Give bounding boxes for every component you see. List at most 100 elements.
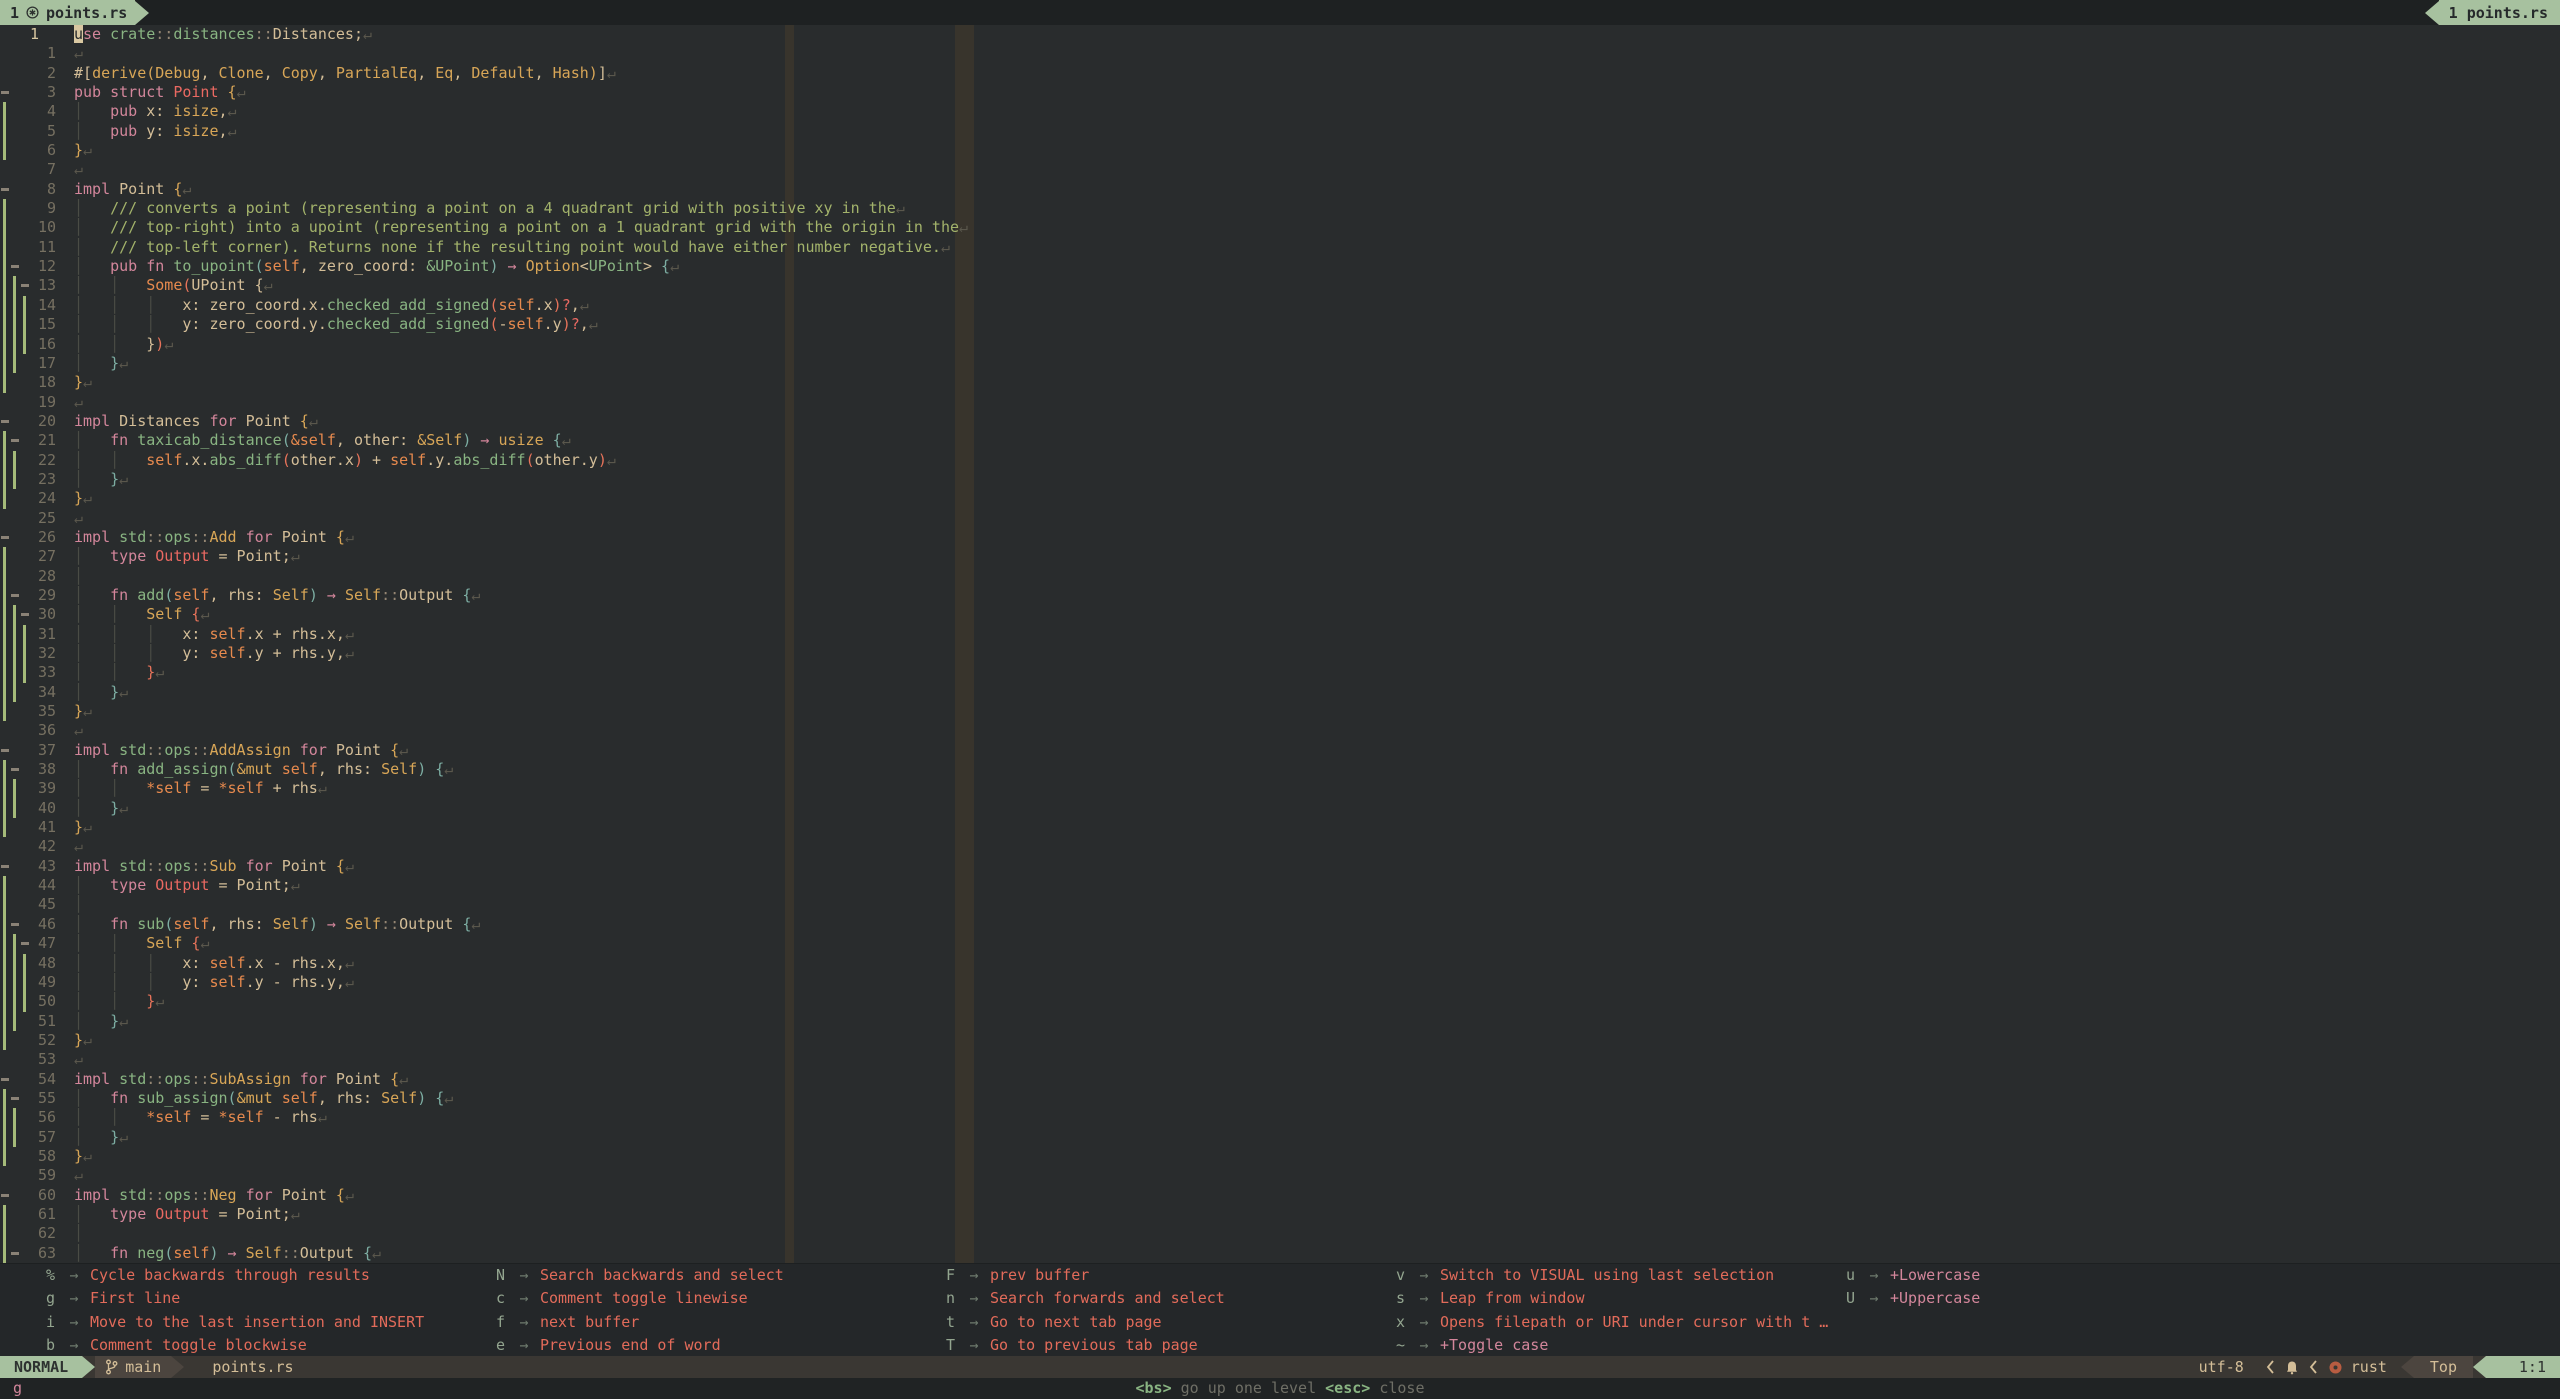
fold-gutter[interactable] <box>0 992 30 1012</box>
fold-gutter[interactable] <box>0 682 30 703</box>
fold-gutter[interactable] <box>0 1224 30 1245</box>
relative-line-number: 42 <box>37 837 56 856</box>
fold-gutter[interactable] <box>0 760 30 780</box>
fold-gutter[interactable] <box>0 895 30 916</box>
fold-extent-bar <box>0 779 10 800</box>
fold-gutter[interactable] <box>0 393 30 412</box>
tab-points-rs[interactable]: 1 points.rs <box>0 0 150 25</box>
fold-gutter[interactable] <box>0 295 30 316</box>
fold-gutter[interactable] <box>0 469 30 490</box>
fold-gutter[interactable] <box>0 1088 30 1109</box>
fold-gutter[interactable] <box>0 25 30 44</box>
fold-gutter[interactable] <box>0 566 30 587</box>
fold-gutter[interactable] <box>0 121 30 142</box>
fold-gutter[interactable] <box>0 489 30 509</box>
fold-gutter[interactable] <box>0 199 30 219</box>
fold-gutter[interactable] <box>0 83 30 102</box>
fold-gutter[interactable] <box>0 334 30 355</box>
fold-gutter[interactable] <box>0 276 30 297</box>
code-line-text: impl std::ops::Add for Point {↵ <box>74 527 354 546</box>
fold-gutter[interactable] <box>0 64 30 83</box>
fold-open-icon[interactable] <box>0 528 10 547</box>
fold-gutter[interactable] <box>0 857 30 876</box>
fold-open-icon[interactable] <box>10 586 20 605</box>
fold-gutter[interactable] <box>0 257 30 277</box>
fold-gutter[interactable] <box>0 547 30 567</box>
fold-open-icon[interactable] <box>20 276 30 295</box>
fold-gutter[interactable] <box>0 1070 30 1089</box>
fold-gutter[interactable] <box>0 44 30 63</box>
fold-gutter[interactable] <box>0 1186 30 1205</box>
powerline-separator <box>2473 1356 2486 1378</box>
fold-open-icon[interactable] <box>10 1244 20 1263</box>
fold-extent-bar <box>0 818 10 838</box>
fold-gutter-cell <box>20 238 30 257</box>
fold-gutter[interactable] <box>0 1108 30 1128</box>
fold-gutter[interactable] <box>0 624 30 645</box>
fold-open-icon[interactable] <box>0 412 10 431</box>
fold-gutter[interactable] <box>0 702 30 722</box>
fold-open-icon[interactable] <box>10 257 20 276</box>
fold-gutter[interactable] <box>0 1127 30 1148</box>
fold-open-icon[interactable] <box>0 1070 10 1089</box>
fold-gutter[interactable] <box>0 373 30 393</box>
fold-extent-bar <box>0 1204 10 1225</box>
fold-gutter[interactable] <box>0 953 30 974</box>
code-line-text: impl std::ops::Sub for Point {↵ <box>74 856 354 875</box>
fold-gutter[interactable] <box>0 914 30 935</box>
fold-open-icon[interactable] <box>10 760 20 779</box>
fold-open-icon[interactable] <box>10 1089 20 1108</box>
fold-open-icon[interactable] <box>0 83 10 102</box>
fold-gutter[interactable] <box>0 585 30 606</box>
fold-gutter[interactable] <box>0 509 30 528</box>
fold-gutter[interactable] <box>0 1146 30 1167</box>
relative-line-number: 15 <box>37 315 56 334</box>
fold-gutter[interactable] <box>0 876 30 896</box>
fold-extent-bar <box>10 450 20 471</box>
fold-gutter[interactable] <box>0 218 30 239</box>
fold-gutter[interactable] <box>0 779 30 800</box>
fold-open-icon[interactable] <box>0 1186 10 1205</box>
code-editor[interactable]: 1 use crate::distances::Distances;↵ 1 ↵ 2 #[d… <box>0 25 2560 1264</box>
fold-gutter-cell <box>20 102 30 121</box>
fold-gutter[interactable] <box>0 644 30 664</box>
fold-gutter[interactable] <box>0 663 30 684</box>
command-line[interactable]: g <bs> go up one level <esc> close <box>0 1378 2560 1399</box>
fold-gutter[interactable] <box>0 972 30 993</box>
fold-gutter[interactable] <box>0 1166 30 1185</box>
fold-gutter[interactable] <box>0 180 30 199</box>
fold-gutter[interactable] <box>0 741 30 760</box>
fold-gutter[interactable] <box>0 1050 30 1069</box>
fold-gutter[interactable] <box>0 160 30 179</box>
fold-gutter[interactable] <box>0 412 30 431</box>
fold-open-icon[interactable] <box>20 934 30 953</box>
fold-gutter[interactable] <box>0 605 30 626</box>
tabpage-indicator[interactable]: 1 points.rs <box>2424 0 2560 25</box>
fold-gutter[interactable] <box>0 818 30 838</box>
fold-gutter[interactable] <box>0 102 30 123</box>
fold-gutter[interactable] <box>0 450 30 471</box>
fold-gutter[interactable] <box>0 528 30 547</box>
fold-extent-bar <box>0 276 10 297</box>
fold-gutter[interactable] <box>0 934 30 954</box>
fold-open-icon[interactable] <box>20 605 30 624</box>
fold-gutter[interactable] <box>0 721 30 740</box>
fold-open-icon[interactable] <box>10 431 20 450</box>
fold-gutter[interactable] <box>0 315 30 335</box>
fold-gutter[interactable] <box>0 798 30 819</box>
fold-open-icon[interactable] <box>0 741 10 760</box>
fold-open-icon[interactable] <box>10 915 20 934</box>
fold-gutter[interactable] <box>0 353 30 374</box>
fold-gutter[interactable] <box>0 237 30 258</box>
key-label: x <box>1396 1312 1406 1331</box>
fold-gutter[interactable] <box>0 1243 30 1264</box>
fold-gutter[interactable] <box>0 837 30 856</box>
fold-open-icon[interactable] <box>0 857 10 876</box>
fold-gutter[interactable] <box>0 1011 30 1032</box>
fold-gutter[interactable] <box>0 1030 30 1051</box>
fold-gutter[interactable] <box>0 1204 30 1225</box>
fold-open-icon[interactable] <box>0 180 10 199</box>
whichkey-column: N → Search backwards and select c → Comment t… <box>496 1264 784 1357</box>
fold-gutter[interactable] <box>0 431 30 451</box>
fold-gutter[interactable] <box>0 141 30 161</box>
